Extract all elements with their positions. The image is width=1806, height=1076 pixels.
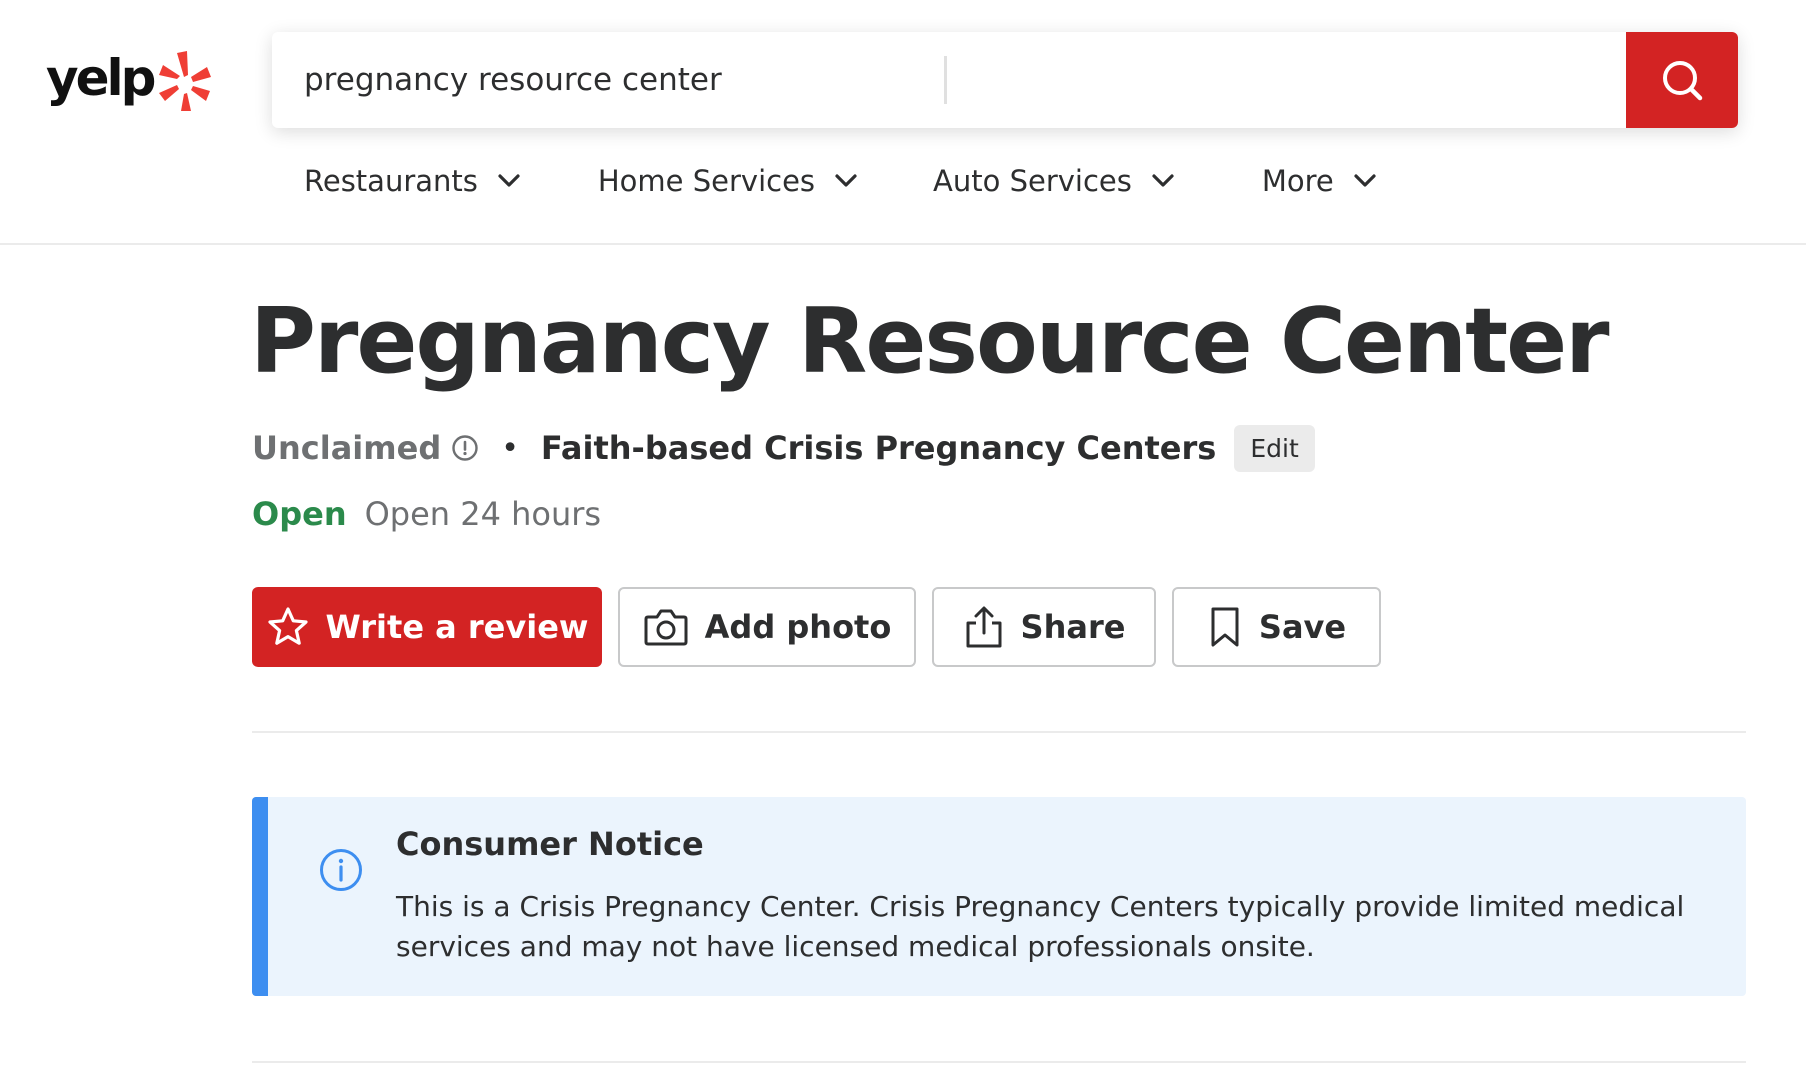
chevron-down-icon	[1152, 174, 1174, 187]
nav-item-auto-services[interactable]: Auto Services	[933, 164, 1176, 198]
nav-item-restaurants[interactable]: Restaurants	[304, 164, 522, 198]
notice-body: This is a Crisis Pregnancy Center. Crisi…	[396, 890, 1685, 963]
category-nav: Restaurants Home Services Auto Services …	[304, 158, 1378, 204]
search-bar: pregnancy resource center	[272, 32, 1738, 128]
top-header: yelp pregnancy resource center Restauran…	[0, 0, 1806, 245]
nav-item-label: Home Services	[597, 164, 816, 198]
notice-title: Consumer Notice	[396, 825, 704, 863]
save-label: Save	[1258, 608, 1347, 646]
search-near-input[interactable]	[947, 32, 1626, 128]
chevron-down-icon	[1354, 174, 1376, 187]
camera-icon	[644, 609, 688, 646]
search-icon	[1663, 61, 1703, 101]
section-divider	[252, 731, 1746, 733]
consumer-notice: Consumer Notice This is a Crisis Pregnan…	[252, 797, 1746, 996]
hours-row: Open Open 24 hours	[252, 490, 601, 538]
search-find-input[interactable]: pregnancy resource center	[272, 32, 944, 128]
claim-status: Unclaimed	[252, 429, 442, 467]
chevron-down-icon	[498, 174, 520, 187]
action-buttons: Write a review Add photo Share Save	[252, 587, 1397, 667]
star-icon	[267, 607, 308, 645]
chevron-down-icon	[835, 174, 857, 187]
bookmark-icon	[1211, 607, 1239, 647]
nav-item-home-services[interactable]: Home Services	[598, 164, 859, 198]
hours-text: Open 24 hours	[364, 495, 602, 533]
open-status: Open	[252, 495, 347, 533]
nav-item-more[interactable]: More	[1262, 164, 1378, 198]
add-photo-button[interactable]: Add photo	[618, 587, 916, 667]
business-category[interactable]: Faith-based Crisis Pregnancy Centers	[541, 429, 1216, 467]
meta-separator: •	[501, 430, 519, 466]
alert-circle-icon[interactable]	[451, 434, 479, 462]
search-button[interactable]	[1626, 32, 1738, 128]
add-photo-label: Add photo	[704, 608, 892, 646]
share-icon	[966, 606, 1002, 648]
write-review-label: Write a review	[325, 608, 589, 646]
search-find-value: pregnancy resource center	[304, 62, 722, 98]
nav-item-label: More	[1261, 164, 1334, 198]
nav-item-label: Auto Services	[933, 164, 1132, 198]
yelp-logo[interactable]: yelp	[46, 46, 212, 116]
nav-item-label: Restaurants	[304, 164, 478, 198]
logo-wordmark: yelp	[46, 49, 156, 107]
write-review-button[interactable]: Write a review	[252, 587, 602, 667]
save-button[interactable]: Save	[1172, 587, 1381, 667]
share-button[interactable]: Share	[932, 587, 1156, 667]
yelp-burst-icon	[159, 51, 212, 111]
business-name: Pregnancy Resource Center	[250, 289, 1610, 394]
share-label: Share	[1020, 608, 1126, 646]
business-meta-row: Unclaimed • Faith-based Crisis Pregnancy…	[252, 422, 1315, 474]
info-icon	[320, 849, 362, 891]
section-divider	[252, 1061, 1746, 1063]
edit-category-button[interactable]: Edit	[1234, 424, 1315, 472]
